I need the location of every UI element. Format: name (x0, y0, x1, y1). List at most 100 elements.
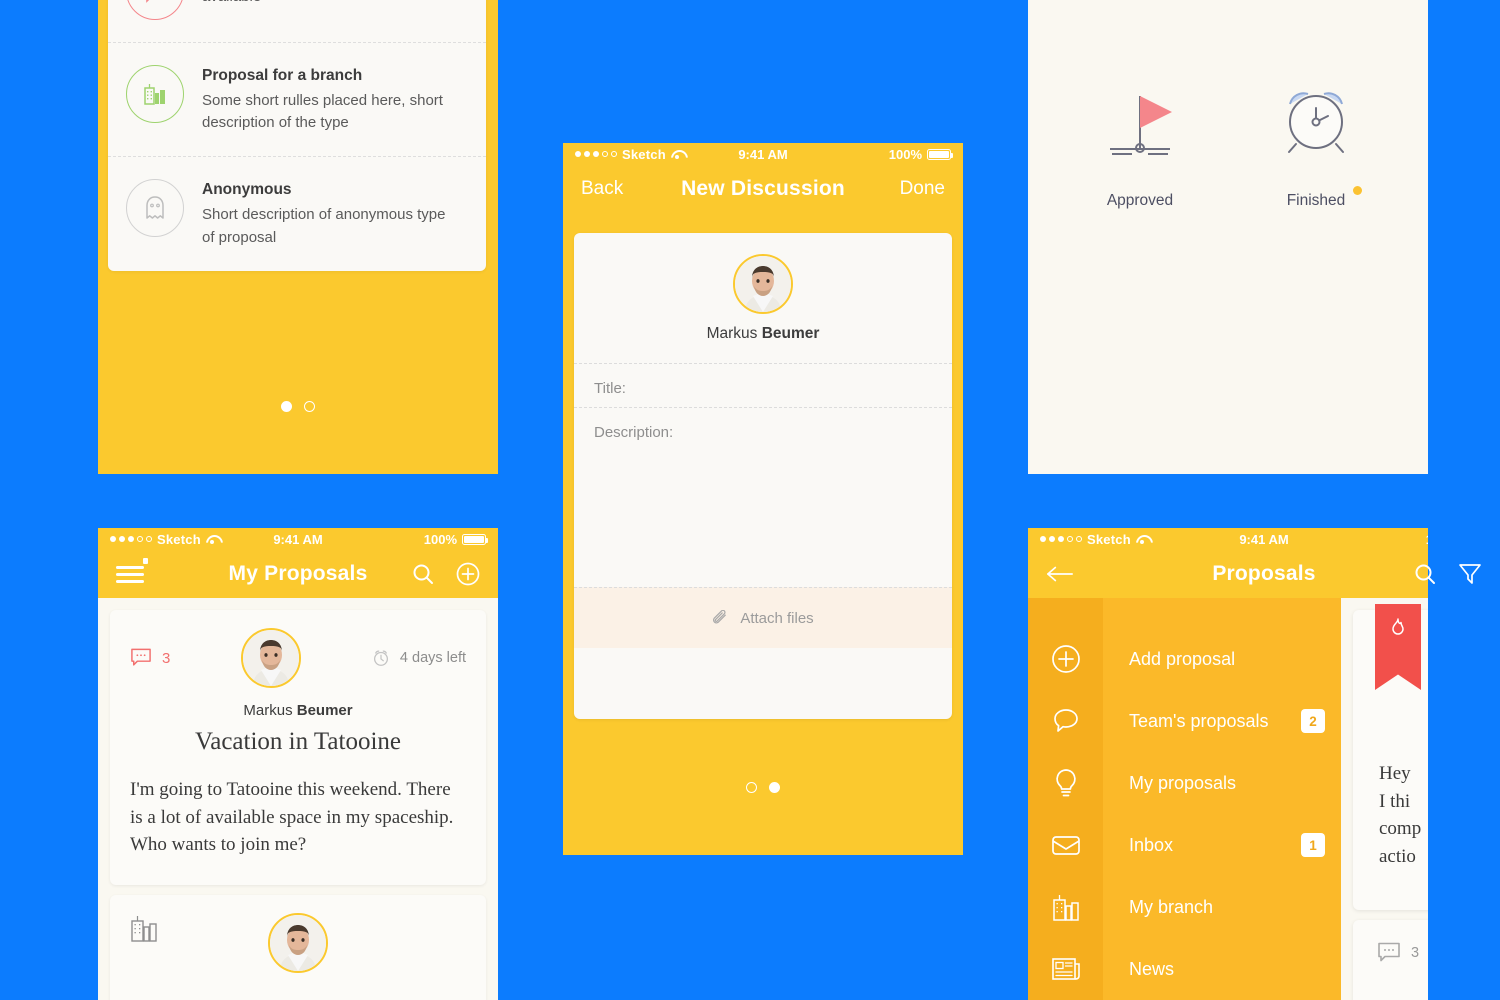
proposal-body: I'm going to Tatooine this weekend. Ther… (130, 779, 454, 856)
title-field[interactable]: Title: (574, 363, 952, 407)
author-block: Markus Beumer (574, 233, 952, 363)
search-icon[interactable] (1414, 563, 1436, 585)
status-finished-text: Finished (1286, 192, 1346, 209)
page-indicator[interactable] (563, 782, 963, 793)
status-bar: Sketch 9:41 AM 100% (563, 143, 963, 165)
menu-item-news[interactable]: News (1103, 938, 1341, 1000)
menu-item-teams-proposals[interactable]: Team's proposals 2 (1103, 690, 1341, 752)
proposal-type-text: Anonymous Short description of anonymous… (202, 179, 452, 248)
ghost-icon (126, 179, 184, 238)
description-field-label: Description: (594, 424, 674, 441)
menu-item-my-proposals[interactable]: My proposals (1103, 752, 1341, 814)
battery-icon (927, 148, 953, 160)
proposal-type-text: Visible for eveyone, comments are availa… (202, 0, 452, 8)
panel-proposal-types: Visible for eveyone, comments are availa… (98, 0, 498, 474)
menu-item-label: Inbox (1129, 834, 1174, 855)
hamburger-menu-icon[interactable] (116, 558, 148, 584)
menu-item-add-proposal[interactable]: Add proposal (1103, 628, 1341, 690)
proposal-type-description: Visible for eveyone, comments are availa… (202, 0, 452, 8)
status-approved-label: Approved (1106, 192, 1174, 209)
search-icon[interactable] (412, 563, 434, 585)
speech-bubble-icon[interactable] (1052, 690, 1080, 752)
proposal-type-row[interactable]: Proposal for a branch Some short rulles … (108, 42, 486, 156)
back-button[interactable]: Back (581, 178, 623, 200)
menu-item-inbox[interactable]: Inbox 1 (1103, 814, 1341, 876)
newspaper-icon[interactable] (1051, 938, 1081, 1000)
status-bar: Sketch 9:41 AM 100% (98, 528, 498, 550)
menu-item-my-branch[interactable]: My branch (1103, 876, 1341, 938)
comment-bubble-icon (126, 0, 184, 20)
buildings-icon (126, 65, 184, 123)
panel-new-discussion: Sketch 9:41 AM 100% Back New Discussion … (563, 143, 963, 855)
proposal-title: Vacation in Tatooine (194, 728, 402, 755)
menu-item-badge: 1 (1301, 833, 1325, 857)
clock-label: 9:41 AM (273, 531, 323, 547)
comments-count: 3 (162, 649, 171, 667)
proposal-type-text: Proposal for a branch Some short rulles … (202, 65, 452, 134)
filter-icon[interactable] (1458, 563, 1482, 585)
flame-icon (1392, 618, 1404, 635)
menu-item-label: My branch (1129, 896, 1214, 917)
proposal-type-description: Some short rulles placed here, short des… (202, 92, 443, 132)
page-indicator[interactable] (98, 401, 498, 412)
author-name: Markus Beumer (707, 325, 820, 343)
page-dot-active[interactable] (769, 782, 780, 793)
buildings-icon (131, 915, 157, 942)
flag-icon (1110, 96, 1172, 155)
plus-circle-icon[interactable] (1051, 628, 1081, 690)
flame-ribbon-badge (1375, 604, 1421, 690)
nav-bar: Back New Discussion Done (563, 165, 963, 213)
comments-count-badge[interactable]: 3 (130, 648, 170, 668)
comments-count: 3 (1411, 945, 1420, 961)
title-field-label: Title: (594, 380, 626, 397)
menu-item-label: Team's proposals (1129, 710, 1269, 731)
menu-item-label: My proposals (1129, 772, 1237, 793)
nav-bar: My Proposals (98, 550, 498, 598)
proposal-type-title: Proposal for a branch (202, 67, 363, 84)
buildings-icon[interactable] (1052, 876, 1080, 938)
arrow-left-icon[interactable] (1046, 564, 1074, 584)
comment-bubble-icon (131, 648, 151, 666)
menu-item-label: News (1129, 958, 1175, 979)
background-mask (1428, 528, 1500, 1000)
proposal-types-card: Visible for eveyone, comments are availa… (108, 0, 486, 271)
paperclip-icon (713, 609, 727, 623)
status-dot-badge (1353, 186, 1363, 195)
description-field[interactable]: Description: (574, 407, 952, 587)
page-dot[interactable] (304, 401, 315, 412)
proposal-type-description: Short description of anonymous type of p… (202, 206, 446, 246)
attach-files-label: Attach files (740, 609, 814, 627)
inbox-icon[interactable] (1051, 814, 1081, 876)
menu-label-column: Add proposal Team's proposals 2 My propo… (1103, 598, 1341, 1000)
proposal-type-title: Anonymous (202, 181, 292, 199)
page-dot[interactable] (746, 782, 757, 793)
attach-files-button[interactable]: Attach files (574, 587, 952, 648)
panel-status-icons: Approved Finished (1028, 0, 1428, 474)
alarm-clock-icon (373, 650, 388, 666)
status-approved[interactable]: Approved (1092, 78, 1188, 210)
status-finished[interactable]: Finished (1268, 78, 1364, 210)
battery-icon (462, 533, 488, 545)
proposal-type-row[interactable]: Anonymous Short description of anonymous… (108, 156, 486, 270)
menu-item-label: Add proposal (1129, 648, 1236, 669)
status-finished-label: Finished (1286, 186, 1363, 210)
done-button[interactable]: Done (900, 178, 945, 200)
proposal-type-row[interactable]: Visible for eveyone, comments are availa… (108, 0, 486, 42)
menu-icon-column (1028, 598, 1103, 1000)
menu-item-badge: 2 (1301, 709, 1325, 733)
new-discussion-form-card: Markus Beumer Title: Description: Attach… (574, 233, 952, 719)
lightbulb-icon[interactable] (1053, 752, 1079, 814)
proposal-author: Markus Beumer (130, 702, 466, 719)
avatar (733, 253, 793, 314)
author-last-name: Beumer (761, 324, 820, 342)
proposal-card[interactable]: 3 (110, 610, 486, 885)
author-last-name: Beumer (296, 702, 353, 719)
plus-circle-icon[interactable] (456, 562, 480, 586)
deadline-badge: 4 days left (371, 648, 466, 668)
page-dot-active[interactable] (281, 401, 292, 412)
proposal-card[interactable] (110, 894, 486, 1000)
avatar (268, 912, 328, 973)
avatar (240, 628, 301, 688)
comment-bubble-icon (1378, 942, 1400, 962)
deadline-label: 4 days left (399, 650, 466, 666)
